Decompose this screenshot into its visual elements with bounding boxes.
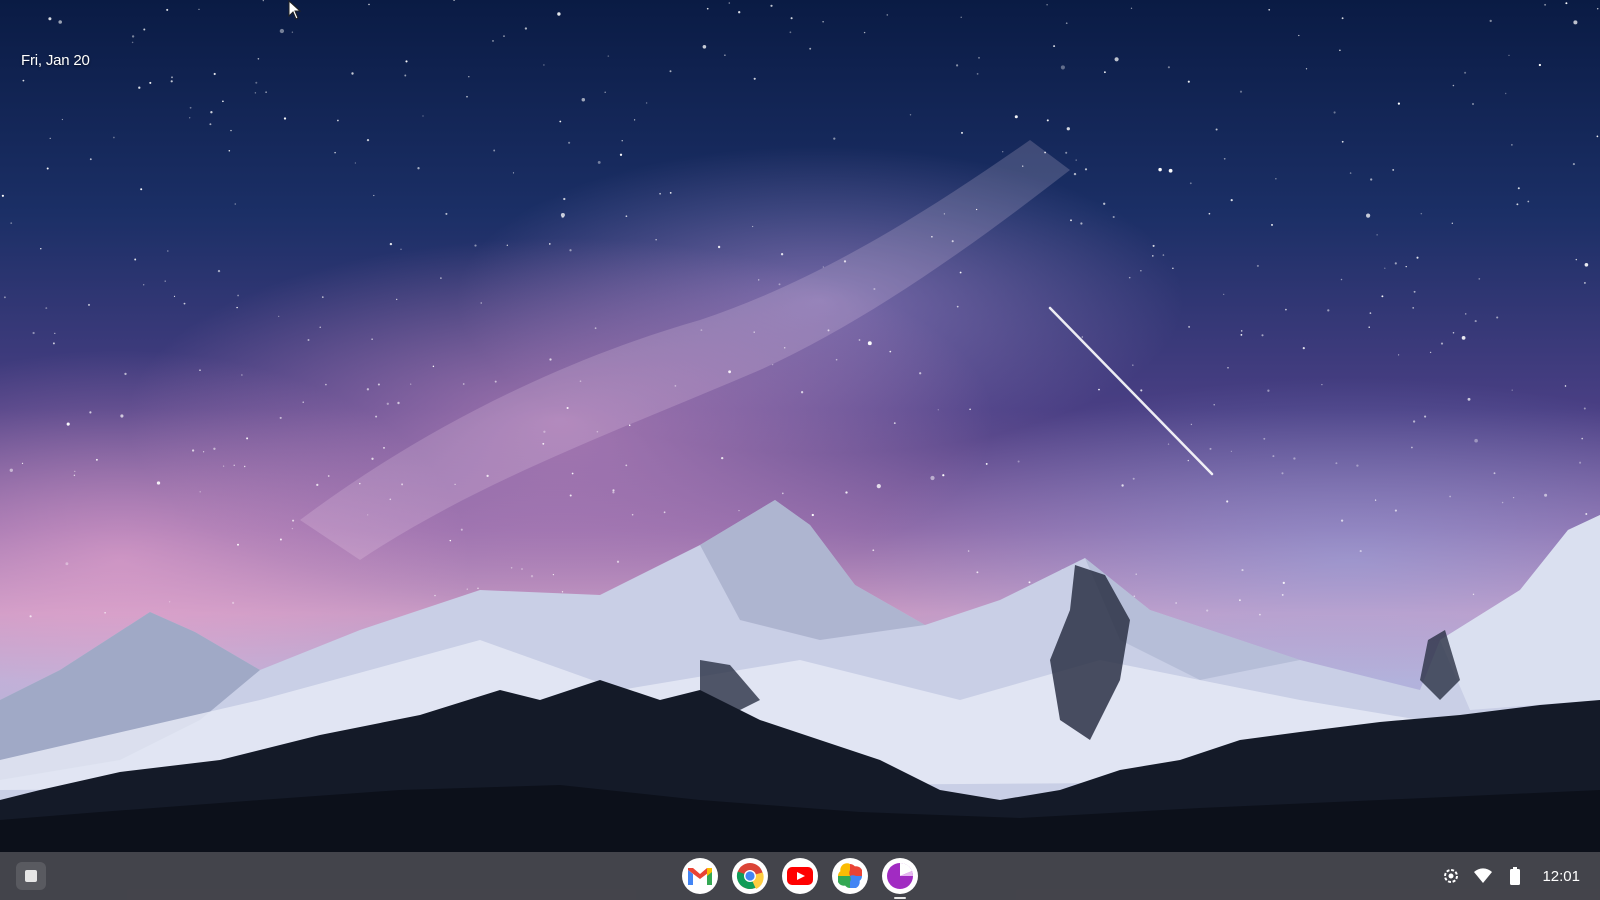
gmail-icon [688, 868, 712, 885]
clock[interactable]: 12:01 [1542, 868, 1580, 885]
settings-icon[interactable] [1442, 867, 1460, 885]
desktop-wallpaper [0, 0, 1600, 852]
launcher-button[interactable] [16, 862, 46, 890]
mountain-landscape [0, 140, 1600, 852]
desktop-date: Fri, Jan 20 [21, 52, 90, 69]
pie-app-icon [887, 863, 913, 889]
pinned-apps [682, 858, 918, 899]
pie-app-button[interactable] [882, 858, 918, 899]
youtube-app-button[interactable] [782, 858, 818, 894]
gmail-app-button[interactable] [682, 858, 718, 894]
status-tray[interactable]: 12:01 [1442, 852, 1580, 900]
battery-icon[interactable] [1506, 867, 1524, 885]
wifi-icon[interactable] [1474, 867, 1493, 885]
photos-app-button[interactable] [832, 858, 868, 894]
chrome-icon [736, 863, 764, 890]
launcher-icon [25, 870, 37, 882]
running-indicator [894, 897, 906, 899]
mouse-cursor-icon [288, 0, 302, 25]
youtube-icon [787, 867, 813, 885]
chrome-app-button[interactable] [732, 858, 768, 894]
shelf: 12:01 [0, 852, 1600, 900]
photos-icon [838, 863, 862, 888]
